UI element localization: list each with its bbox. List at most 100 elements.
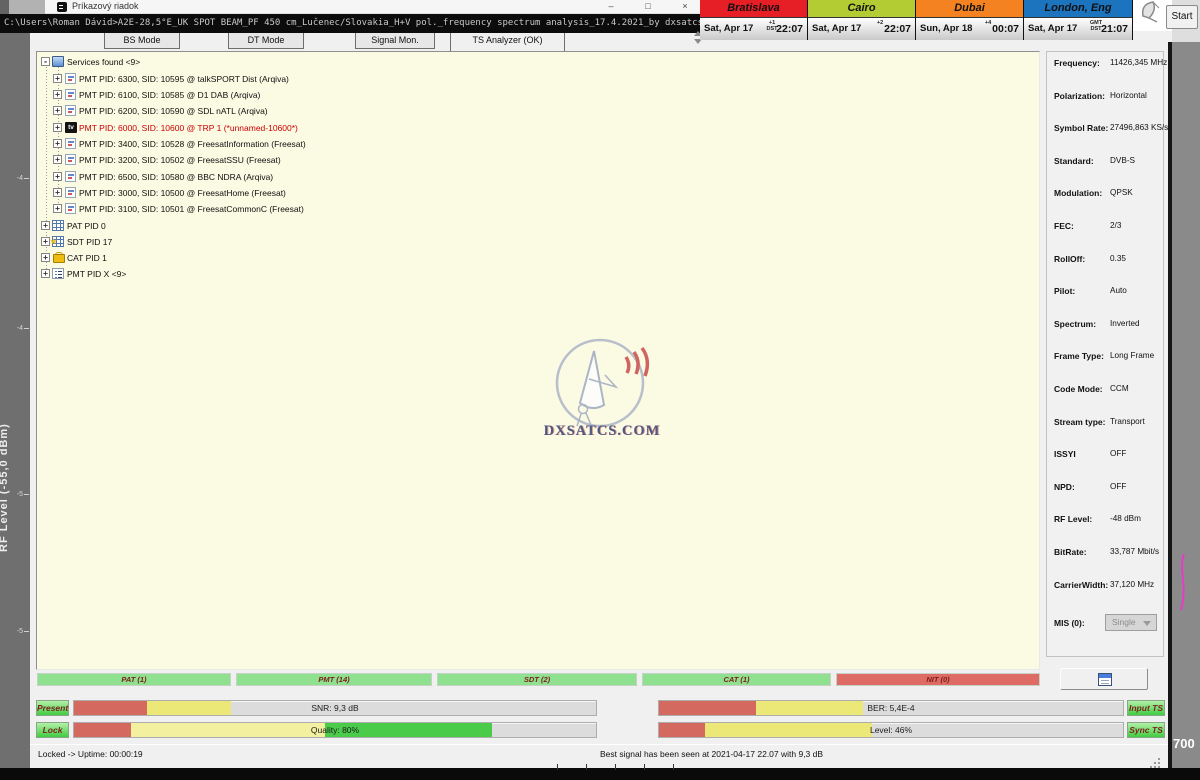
tab-bs-mode[interactable]: BS Mode bbox=[104, 33, 180, 49]
tree-label: PMT PID: 3000, SID: 10500 @ FreesatHome … bbox=[79, 185, 286, 201]
clock-cairo: Cairo Sat, Apr 17 +2 22:07 bbox=[808, 0, 916, 40]
world-clocks-panel: Bratislava Sat, Apr 17 +1DST 22:07 Cairo… bbox=[700, 0, 1133, 40]
resize-grip[interactable] bbox=[1158, 758, 1160, 760]
param-label: Stream type: bbox=[1054, 417, 1106, 427]
snr-value: SNR: 9,3 dB bbox=[74, 701, 596, 715]
cat-status-bar: CAT (1) bbox=[642, 673, 831, 686]
tab-dt-mode[interactable]: DT Mode bbox=[228, 33, 304, 49]
input-ts-indicator[interactable]: Input TS bbox=[1127, 700, 1165, 716]
window-icon bbox=[1098, 673, 1112, 686]
tab-ts-analyzer[interactable]: TS Analyzer (OK) bbox=[450, 33, 565, 51]
freq-axis-tick bbox=[586, 763, 587, 770]
uptime-status: Locked -> Uptime: 00:00:19 bbox=[38, 749, 143, 759]
close-button[interactable]: × bbox=[672, 0, 698, 13]
param-value: QPSK bbox=[1110, 188, 1133, 197]
param-label: Modulation: bbox=[1054, 188, 1102, 198]
param-label: NPD: bbox=[1054, 482, 1075, 492]
lock-indicator[interactable]: Lock bbox=[36, 722, 69, 738]
service-icon bbox=[65, 105, 76, 116]
console-icon bbox=[57, 2, 67, 12]
tree-label: PMT PID: 6200, SID: 10590 @ SDL nATL (Ar… bbox=[79, 103, 268, 119]
bottom-black-band bbox=[0, 768, 1200, 780]
signal-parameters-panel: Frequency:11426,345 MHz Polarization:Hor… bbox=[1046, 51, 1164, 657]
clock-time: 00:07 bbox=[992, 22, 1019, 36]
collapse-toggle-icon[interactable]: - bbox=[41, 57, 50, 66]
expand-toggle-icon[interactable]: + bbox=[41, 221, 50, 230]
expand-toggle-icon[interactable]: + bbox=[53, 188, 62, 197]
freq-axis-tick bbox=[673, 763, 674, 770]
param-value: OFF bbox=[1110, 449, 1126, 458]
param-value: 0.35 bbox=[1110, 254, 1126, 263]
ber-meter: BER: 5,4E-4 bbox=[658, 700, 1124, 716]
param-label: Pilot: bbox=[1054, 286, 1075, 296]
minimize-button[interactable]: – bbox=[598, 0, 624, 13]
pmt-status-bar: PMT (14) bbox=[236, 673, 432, 686]
param-label: ISSYI bbox=[1054, 449, 1076, 459]
expand-toggle-icon[interactable]: + bbox=[53, 155, 62, 164]
expand-toggle-icon[interactable]: + bbox=[41, 237, 50, 246]
expand-toggle-icon[interactable]: + bbox=[53, 74, 62, 83]
console-titlebar[interactable]: Príkazový riadok – □ × bbox=[45, 0, 707, 14]
param-label: Frame Type: bbox=[1054, 351, 1104, 361]
expand-toggle-icon[interactable]: + bbox=[53, 123, 62, 132]
tree-label: PMT PID: 3200, SID: 10502 @ FreesatSSU (… bbox=[79, 152, 281, 168]
param-value: 33,787 Mbit/s bbox=[1110, 547, 1159, 556]
expand-toggle-icon[interactable]: + bbox=[53, 204, 62, 213]
sync-ts-indicator[interactable]: Sync TS bbox=[1127, 722, 1165, 738]
mis-dropdown[interactable]: Single bbox=[1105, 614, 1157, 631]
pat-table-icon bbox=[52, 220, 64, 231]
tree-label: PMT PID: 6000, SID: 10600 @ TRP 1 (*unna… bbox=[79, 120, 298, 136]
clock-time: 21:07 bbox=[1101, 22, 1128, 36]
level-value: Level: 46% bbox=[659, 723, 1123, 737]
spectrum-trace-fragment bbox=[1176, 552, 1190, 612]
tree-label: PMT PID X <9> bbox=[67, 266, 126, 282]
freq-axis-tick bbox=[644, 763, 645, 770]
console-title-text: Príkazový riadok bbox=[72, 1, 139, 11]
clock-time: 22:07 bbox=[776, 22, 803, 36]
param-value: Horizontal bbox=[1110, 91, 1147, 100]
expand-toggle-icon[interactable]: + bbox=[53, 172, 62, 181]
quality-meter: Quality: 80% bbox=[73, 722, 597, 738]
param-value: Long Frame bbox=[1110, 351, 1154, 360]
freq-axis-tick bbox=[557, 763, 558, 770]
expand-toggle-icon[interactable]: + bbox=[41, 269, 50, 278]
tree-label: PAT PID 0 bbox=[67, 218, 106, 234]
service-icon bbox=[65, 73, 76, 84]
axis-tick-label: -4 bbox=[17, 325, 29, 332]
tree-label: PMT PID: 6100, SID: 10585 @ D1 DAB (Arqi… bbox=[79, 87, 260, 103]
clock-city: Cairo bbox=[808, 0, 915, 17]
watermark-text: DXSATCS.COM bbox=[542, 423, 662, 440]
tree-label: SDT PID 17 bbox=[67, 234, 112, 250]
freq-axis-tick bbox=[615, 763, 616, 770]
console-command-line: C:\Users\Roman Dávid>A2E-28,5°E_UK SPOT … bbox=[4, 17, 725, 30]
param-label: Standard: bbox=[1054, 156, 1094, 166]
service-icon bbox=[65, 203, 76, 214]
expand-toggle-icon[interactable]: + bbox=[53, 139, 62, 148]
service-icon bbox=[65, 187, 76, 198]
tv-services-icon bbox=[52, 56, 64, 67]
expand-toggle-icon[interactable]: + bbox=[53, 106, 62, 115]
tab-signal-mon[interactable]: Signal Mon. bbox=[355, 33, 435, 49]
param-label: CarrierWidth: bbox=[1054, 580, 1108, 590]
satellite-dish-icon bbox=[1137, 0, 1167, 24]
start-button[interactable]: Start bbox=[1166, 5, 1198, 29]
expand-toggle-icon[interactable]: + bbox=[41, 253, 50, 262]
axis-tick-label: -4 bbox=[17, 175, 29, 182]
pat-status-bar: PAT (1) bbox=[37, 673, 231, 686]
param-value: OFF bbox=[1110, 482, 1126, 491]
present-indicator[interactable]: Present bbox=[36, 700, 69, 716]
param-value: 2/3 bbox=[1110, 221, 1121, 230]
maximize-button[interactable]: □ bbox=[635, 0, 661, 13]
param-label: FEC: bbox=[1054, 221, 1074, 231]
param-label: MIS (0): bbox=[1054, 618, 1085, 628]
freq-axis-label: 700 bbox=[1173, 736, 1195, 751]
console-window[interactable]: C:\Users\Roman Dávid>A2E-28,5°E_UK SPOT … bbox=[0, 14, 707, 33]
tree-label: PMT PID: 3400, SID: 10528 @ FreesatInfor… bbox=[79, 136, 306, 152]
tree-label: PMT PID: 6300, SID: 10595 @ talkSPORT Di… bbox=[79, 71, 289, 87]
expand-toggle-icon[interactable]: + bbox=[53, 90, 62, 99]
ts-tool-button[interactable] bbox=[1060, 668, 1148, 690]
ber-value: BER: 5,4E-4 bbox=[659, 701, 1123, 715]
desktop-corner-dark bbox=[0, 0, 9, 14]
sdt-table-icon: ★ bbox=[52, 236, 64, 247]
param-label: Frequency: bbox=[1054, 58, 1100, 68]
